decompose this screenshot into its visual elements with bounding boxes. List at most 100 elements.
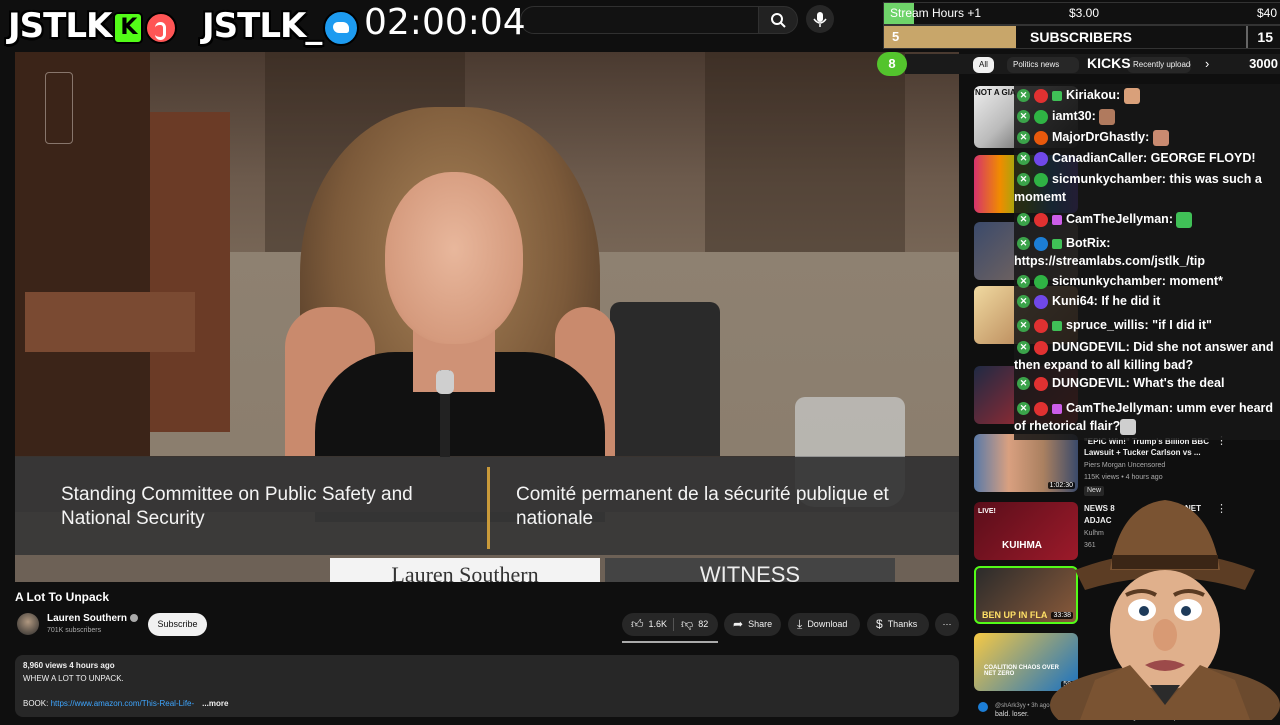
subscribers-count: 5	[892, 29, 900, 44]
more-icon: ⋯	[942, 619, 952, 629]
dislike-icon: 👎︎	[681, 617, 694, 632]
recommended-thumbnail[interactable]: 1:02:30	[974, 434, 1078, 492]
show-more-button[interactable]: ...more	[202, 699, 228, 708]
badge-icon	[1034, 212, 1048, 227]
live-badge: LIVE!	[978, 508, 996, 515]
voice-search-button[interactable]	[806, 5, 834, 33]
chat-username: CamTheJellyman:	[1066, 212, 1177, 226]
subscribers-label: SUBSCRIBERS	[1030, 29, 1132, 45]
kicks-count: 8	[877, 52, 907, 76]
emote-icon	[1099, 108, 1116, 125]
crest-icon	[45, 72, 73, 144]
badge-icon	[1034, 340, 1048, 355]
description-box[interactable]: 8,960 views 4 hours ago WHEW A LOT TO UN…	[15, 655, 959, 717]
description-book-line: BOOK: https://www.amazon.com/This-Real-L…	[23, 699, 228, 708]
more-actions-button[interactable]: ⋯	[935, 613, 959, 636]
chat-username: BotRix:	[1066, 236, 1111, 250]
person-face	[385, 172, 523, 344]
chat-text: moment*	[1169, 274, 1223, 288]
chat-username: DUNGDEVIL:	[1052, 376, 1134, 390]
chat-text: https://streamlabs.com/jstlk_/tip	[1014, 254, 1206, 268]
stream-hours-amount: $3.00	[1069, 6, 1100, 20]
moderator-icon: ✕	[1017, 275, 1030, 289]
chat-username: Kuni64:	[1052, 294, 1102, 308]
like-icon: 👍︎	[631, 617, 644, 632]
twitter-logo: JSTLK_	[202, 6, 360, 46]
filter-chip-all[interactable]: All	[973, 57, 994, 73]
moderator-icon: ✕	[1017, 110, 1030, 124]
chat-message: ✕ sicmunkychamber: moment*	[1014, 272, 1280, 290]
sub-badge-icon	[1052, 320, 1062, 331]
stream-hours-target: $40	[1256, 6, 1277, 20]
badge-icon	[1034, 236, 1048, 251]
share-button[interactable]: ➦ Share	[724, 613, 781, 636]
search-input[interactable]	[520, 6, 762, 34]
kicks-target: 3000	[1249, 56, 1278, 71]
recommended-channel[interactable]: Piers Morgan Uncensored	[1084, 461, 1165, 471]
filter-chip-recent[interactable]: Recently uploaded	[1127, 57, 1191, 73]
download-button[interactable]: ⤓ Download	[788, 613, 860, 636]
view-count-date: 8,960 views 4 hours ago	[23, 661, 115, 670]
moderator-icon: ✕	[1017, 402, 1030, 416]
thumbnail-text: BEN UP IN FLA	[982, 610, 1048, 620]
video-duration: 1:02:30	[1047, 482, 1075, 489]
chat-message: ✕ CamTheJellyman:	[1014, 210, 1280, 228]
moderator-icon: ✕	[1017, 377, 1030, 391]
thanks-label: Thanks	[887, 619, 918, 629]
search-button[interactable]	[758, 6, 798, 34]
kick-icon: K	[113, 11, 144, 44]
filter-chip-politics[interactable]: Politics news	[1007, 57, 1079, 73]
kick-logo: JSTLK K	[8, 6, 178, 46]
chat-message: ✕ CamTheJellyman: umm ever heard of rheto…	[1014, 399, 1280, 435]
lower-third-french: Comité permanent de la sécurité publique…	[516, 484, 889, 529]
video-lower-third: Standing Committee on Public Safety and …	[15, 457, 959, 555]
subscribers-progress-fill	[884, 26, 1017, 48]
dislike-button[interactable]: 👎︎ 82	[674, 613, 718, 636]
channel-name[interactable]: Lauren Southern	[47, 613, 139, 624]
emote-icon	[1152, 129, 1169, 146]
comment-avatar	[978, 702, 988, 712]
thumbnail-text: KUIHMA	[1002, 540, 1042, 551]
moderator-icon: ✕	[1017, 237, 1030, 251]
sub-badge-icon	[1052, 214, 1062, 225]
chair-left-2	[150, 112, 230, 432]
video-title: A Lot To Unpack	[15, 590, 109, 604]
comment-text: bald. loser.	[995, 711, 1029, 718]
subscribe-button[interactable]: Subscribe	[148, 613, 207, 636]
twitter-icon	[323, 9, 360, 46]
thumbnail-text: NOT A GIA	[975, 88, 1016, 97]
channel-name-text[interactable]: Lauren Southern	[47, 613, 127, 624]
microphone-icon	[436, 370, 454, 394]
channel-subscriber-count: 701K subscribers	[47, 627, 102, 634]
chat-text: What's the deal	[1133, 376, 1225, 390]
badge-icon	[1034, 401, 1048, 416]
book-link[interactable]: https://www.amazon.com/This-Real-Life-	[51, 699, 195, 708]
divider	[1246, 26, 1248, 48]
video-witness-label: WITNESS	[605, 558, 895, 582]
recommended-meta: 115K views • 4 hours ago	[1084, 474, 1163, 481]
chat-text: "if I did it"	[1152, 318, 1212, 332]
book-prefix: BOOK:	[23, 699, 51, 708]
moderator-icon: ✕	[1017, 319, 1030, 333]
chat-message: ✕ BotRix: https://streamlabs.com/jstlk_/t…	[1014, 234, 1280, 270]
thanks-button[interactable]: $ Thanks	[867, 613, 929, 636]
thanks-icon: $	[876, 617, 883, 632]
sub-badge-icon	[1052, 90, 1062, 101]
share-label: Share	[748, 619, 773, 629]
logo-text: JSTLK_	[202, 6, 322, 46]
badge-icon	[1034, 172, 1048, 187]
channel-avatar[interactable]	[17, 613, 39, 635]
chat-message: ✕ DUNGDEVIL: Did she not answer and then …	[1014, 338, 1280, 374]
badge-icon	[1034, 151, 1048, 166]
badge-icon	[1034, 130, 1048, 145]
like-button[interactable]: 👍︎ 1.6K	[622, 613, 672, 636]
badge-icon	[1034, 294, 1048, 309]
chat-username: CamTheJellyman:	[1066, 401, 1177, 415]
chair-seat	[25, 292, 195, 352]
chevron-right-icon[interactable]: ›	[1205, 56, 1209, 71]
lower-third-divider	[487, 467, 490, 549]
chat-username: Kiriakou:	[1066, 88, 1124, 102]
rec-icon	[145, 11, 178, 44]
lower-third-english: Standing Committee on Public Safety and …	[61, 484, 413, 529]
like-ratio-bar	[622, 641, 718, 643]
